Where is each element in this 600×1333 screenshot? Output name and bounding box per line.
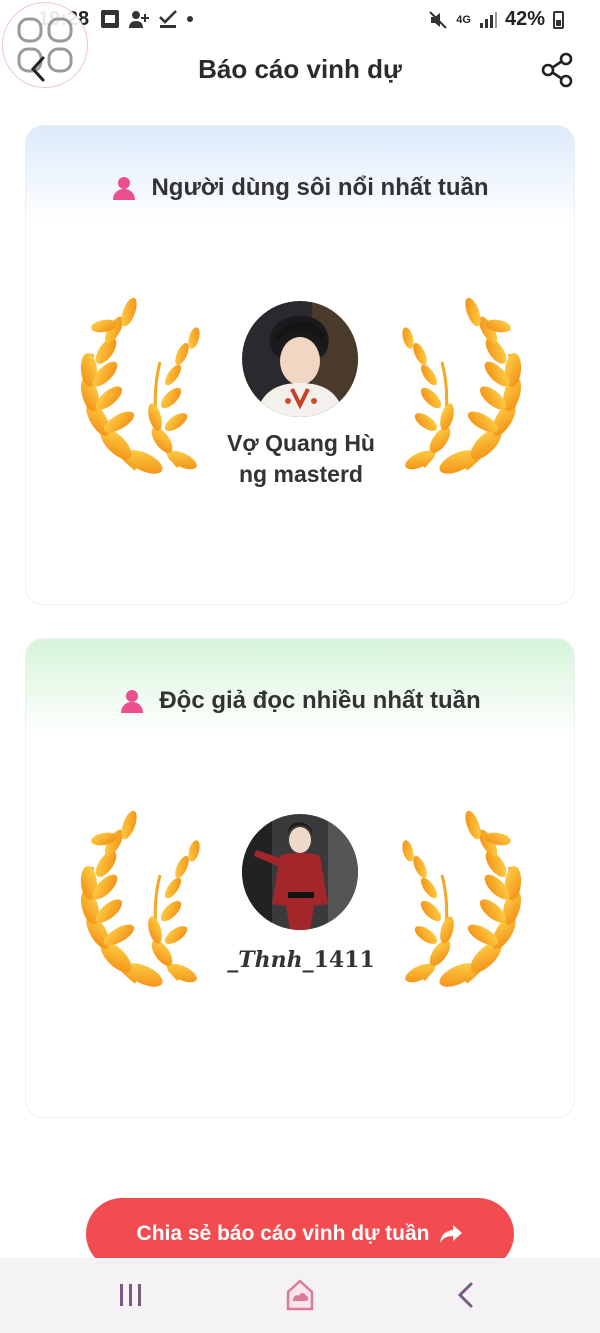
user-name-rest: _1411: [302, 947, 375, 973]
laurel-right-inner-icon: [398, 837, 458, 985]
status-bar: 19:28 4G 42%: [0, 0, 600, 40]
home-icon[interactable]: [283, 1278, 317, 1312]
mute-icon: [429, 10, 447, 29]
user-icon: [121, 690, 144, 713]
dot-icon: [187, 16, 193, 22]
card-active-user: Người dùng sôi nổi nhất tuần Vợ Quang Hù…: [25, 125, 575, 605]
recent-apps-icon[interactable]: [118, 1282, 144, 1308]
status-right: 4G 42%: [428, 8, 564, 31]
notification-app-icon: [101, 10, 119, 28]
card-title: Người dùng sôi nổi nhất tuần: [151, 174, 489, 201]
user-name-line2: ng masterd: [239, 461, 363, 487]
avatar-image: [242, 301, 358, 417]
card-header: Người dùng sôi nổi nhất tuần: [26, 174, 574, 202]
notification-icons: [100, 9, 194, 29]
card-title: Độc giả đọc nhiều nhất tuần: [159, 687, 481, 714]
header: Báo cáo vinh dự: [0, 40, 600, 102]
user-icon: [113, 177, 136, 200]
share-report-label: Chia sẻ báo cáo vinh dự tuần: [136, 1222, 430, 1245]
battery-percent: 42%: [504, 8, 545, 30]
avatar[interactable]: [242, 301, 358, 417]
user-name: _Thnh_1411: [201, 945, 401, 976]
system-nav-bar: [0, 1258, 600, 1333]
user-name-italic: _Thnh: [227, 947, 303, 973]
nav-back-icon[interactable]: [455, 1280, 477, 1310]
avatar[interactable]: [242, 814, 358, 930]
person-add-icon: [129, 11, 149, 28]
card-top-reader: Độc giả đọc nhiều nhất tuần _Thnh_1411: [25, 638, 575, 1118]
battery-icon: [553, 10, 564, 29]
card-header: Độc giả đọc nhiều nhất tuần: [26, 687, 574, 715]
user-name-line1: Vợ Quang Hù: [227, 430, 375, 456]
user-name: Vợ Quang Hù ng masterd: [201, 428, 401, 490]
check-icon: [159, 10, 177, 28]
signal-icon: [479, 11, 497, 28]
laurel-left-inner-icon: [144, 837, 204, 985]
laurel-left-inner-icon: [144, 324, 204, 472]
laurel-right-inner-icon: [398, 324, 458, 472]
network-type: 4G: [456, 13, 471, 26]
forward-arrow-icon: [440, 1225, 463, 1243]
share-icon[interactable]: [540, 52, 574, 88]
avatar-image: [242, 814, 358, 930]
back-arrow-icon[interactable]: [29, 54, 47, 84]
page-title: Báo cáo vinh dự: [198, 54, 402, 84]
